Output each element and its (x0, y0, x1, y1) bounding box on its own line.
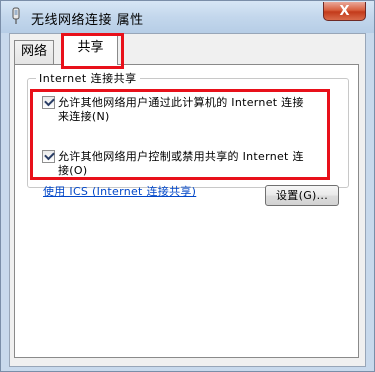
highlight-box-options (30, 89, 330, 180)
ics-help-link[interactable]: 使用 ICS (Internet 连接共享) (43, 183, 196, 199)
highlight-box-sharing-tab (61, 33, 124, 69)
close-button[interactable]: X (323, 2, 366, 21)
network-adapter-icon (12, 7, 20, 24)
tab-network[interactable]: 网络 (14, 40, 54, 64)
title-bar[interactable]: 无线网络连接 属性 X (1, 1, 374, 33)
settings-button[interactable]: 设置(G)... (265, 185, 339, 206)
ics-group-title: Internet 连接共享 (36, 70, 140, 86)
close-icon: X (339, 3, 350, 19)
window-title: 无线网络连接 属性 (31, 13, 144, 28)
